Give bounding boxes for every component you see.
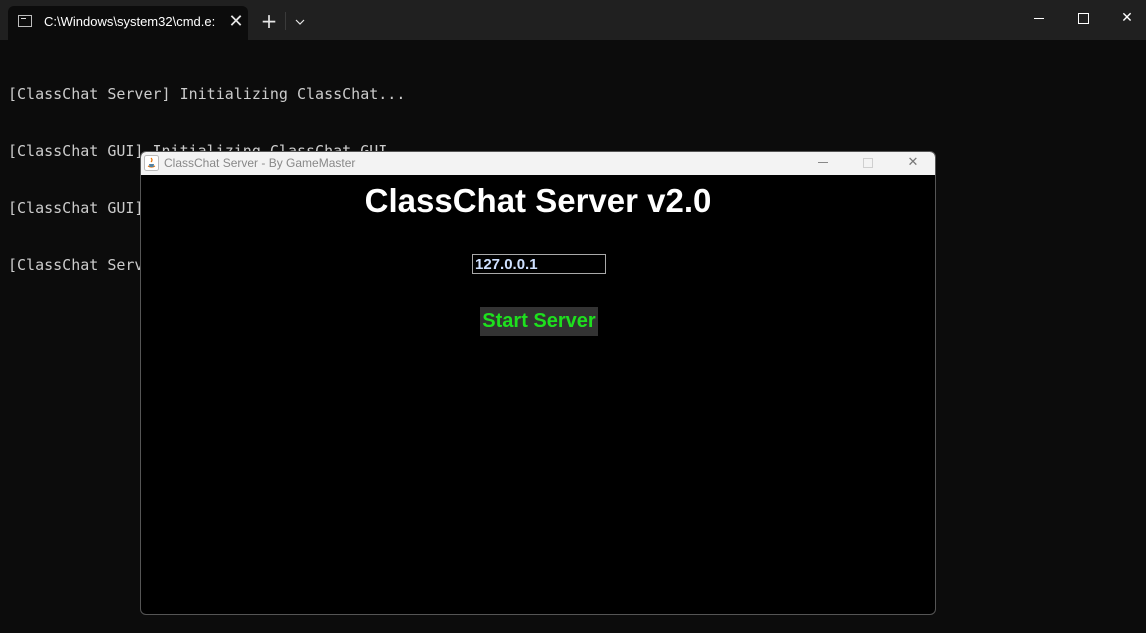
tab-close-icon[interactable]: ✕	[226, 12, 246, 32]
terminal-titlebar: C:\Windows\system32\cmd.e: ✕ + ✕	[0, 0, 1146, 40]
close-icon: ✕	[907, 155, 919, 170]
app-close-button[interactable]: ✕	[891, 152, 935, 175]
close-button[interactable]: ✕	[1104, 0, 1146, 36]
classchat-server-window: ClassChat Server - By GameMaster ✕ Class…	[140, 151, 936, 615]
maximize-icon	[1077, 12, 1089, 24]
tab-divider	[285, 12, 286, 30]
new-tab-button[interactable]: +	[258, 10, 280, 32]
app-maximize-button[interactable]	[846, 152, 890, 175]
tab-title: C:\Windows\system32\cmd.e:	[44, 14, 216, 29]
app-titlebar[interactable]: ClassChat Server - By GameMaster ✕	[141, 152, 935, 175]
maximize-icon	[863, 157, 873, 168]
command-prompt-icon	[18, 15, 32, 27]
minimize-icon	[818, 162, 828, 163]
start-server-button[interactable]: Start Server	[480, 307, 598, 336]
app-minimize-button[interactable]	[801, 152, 845, 175]
page-title: ClassChat Server v2.0	[364, 182, 712, 219]
ip-address-input[interactable]	[472, 254, 606, 274]
terminal-tab[interactable]: C:\Windows\system32\cmd.e: ✕	[8, 6, 248, 40]
terminal-line: [ClassChat Server] Initializing ClassCha…	[8, 85, 406, 103]
java-icon	[144, 155, 159, 171]
chevron-down-icon	[295, 19, 305, 25]
app-window-title: ClassChat Server - By GameMaster	[164, 156, 356, 170]
close-icon: ✕	[1121, 10, 1133, 26]
tab-dropdown-button[interactable]	[290, 10, 310, 32]
minimize-button[interactable]	[1016, 0, 1062, 36]
minimize-icon	[1034, 17, 1044, 19]
maximize-button[interactable]	[1060, 0, 1106, 36]
